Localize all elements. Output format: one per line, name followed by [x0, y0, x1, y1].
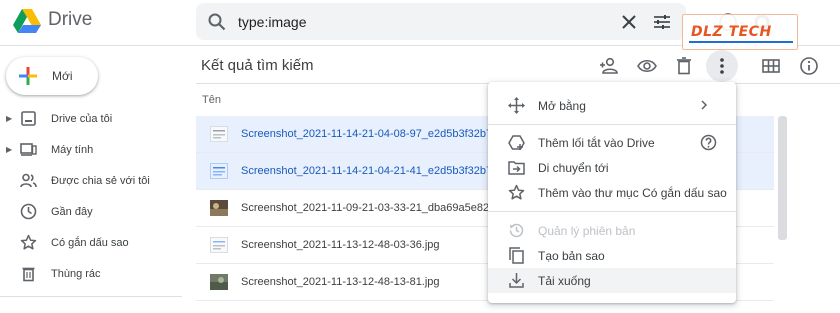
my-drive-icon [21, 111, 36, 126]
computer-icon [20, 143, 37, 156]
trash-icon [22, 267, 35, 282]
watermark-text: DLZ TECH [691, 24, 772, 40]
column-header-name[interactable]: Tên [202, 94, 221, 106]
history-icon [509, 223, 524, 238]
drive-logo-icon[interactable] [12, 8, 42, 34]
more-actions-button[interactable] [706, 50, 738, 82]
sidebar-item-label: Được chia sẻ với tôi [51, 175, 150, 187]
chevron-right-icon [701, 100, 708, 110]
help-circle-icon[interactable] [700, 134, 717, 151]
plus-icon [19, 67, 37, 85]
menu-divider [488, 124, 736, 125]
sidebar-item-label: Drive của tôi [51, 113, 113, 125]
grid-view-icon[interactable] [761, 56, 781, 76]
page-title: Kết quả tìm kiếm [201, 57, 314, 74]
shared-with-me-icon [20, 173, 37, 188]
image-thumbnail-icon [210, 163, 228, 179]
copy-icon [509, 247, 524, 264]
menu-item-label: Quản lý phiên bản [538, 224, 636, 238]
menu-item-label: Tải xuống [538, 274, 591, 288]
menu-item-make-copy[interactable]: Tạo bản sao [488, 243, 736, 268]
menu-divider [488, 211, 736, 212]
add-shortcut-icon [508, 135, 525, 150]
new-button[interactable]: Mới [6, 57, 98, 95]
sidebar-item-computers[interactable]: ▶ Máy tính [0, 137, 182, 163]
sidebar-item-my-drive[interactable]: ▶ Drive của tôi [0, 106, 182, 132]
file-name: Screenshot_2021-11-14-21-04-08-97_e2d5b3… [241, 128, 511, 140]
sidebar-item-label: Gần đây [51, 206, 93, 218]
photo-thumbnail-icon [210, 274, 228, 290]
clear-search-icon[interactable] [620, 13, 638, 31]
sidebar-item-recent[interactable]: Gần đây [0, 199, 182, 225]
file-name: Screenshot_2021-11-14-21-04-21-41_e2d5b3… [241, 165, 511, 177]
menu-item-label: Tạo bản sao [538, 249, 605, 263]
image-thumbnail-icon [210, 237, 228, 253]
image-thumbnail-icon [210, 126, 228, 142]
menu-item-label: Di chuyển tới [538, 161, 609, 175]
sidebar-item-label: Có gắn dấu sao [51, 237, 129, 249]
move-to-folder-icon [508, 161, 525, 175]
file-name: Screenshot_2021-11-13-12-48-13-81.jpg [241, 276, 440, 288]
context-menu: Mở bằng Thêm lối tắt vào Drive Di chuyển… [488, 82, 736, 303]
menu-item-label: Thêm lối tắt vào Drive [538, 136, 655, 150]
app-name: Drive [48, 9, 93, 30]
share-add-person-icon[interactable] [599, 56, 619, 76]
file-name: Screenshot_2021-11-09-21-03-33-21_dba69a… [241, 202, 508, 214]
sidebar-item-starred[interactable]: Có gắn dấu sao [0, 230, 182, 256]
search-bar[interactable] [196, 3, 686, 40]
menu-item-label: Thêm vào thư mục Có gắn dấu sao [538, 186, 727, 200]
menu-item-add-to-starred[interactable]: Thêm vào thư mục Có gắn dấu sao [488, 180, 736, 205]
star-icon [508, 184, 525, 200]
menu-item-open-with[interactable]: Mở bằng [488, 93, 736, 118]
download-icon [509, 273, 524, 288]
new-button-label: Mới [52, 69, 73, 83]
menu-item-move-to[interactable]: Di chuyển tới [488, 155, 736, 180]
star-icon [20, 234, 37, 250]
menu-item-manage-versions: Quản lý phiên bản [488, 218, 736, 243]
sidebar-item-trash[interactable]: Thùng rác [0, 261, 182, 287]
trash-icon[interactable] [674, 56, 694, 76]
more-vertical-icon [720, 58, 724, 74]
watermark-underline [689, 41, 793, 43]
expand-caret-icon[interactable]: ▶ [6, 145, 12, 154]
details-info-icon[interactable] [799, 56, 819, 76]
expand-caret-icon[interactable]: ▶ [6, 114, 12, 123]
sidebar-item-label: Máy tính [51, 144, 94, 156]
search-input[interactable] [238, 11, 608, 33]
recent-clock-icon [20, 203, 37, 220]
search-icon[interactable] [208, 13, 226, 31]
sidebar-divider [0, 296, 182, 297]
dlz-tech-watermark: DLZ TECH [682, 14, 798, 50]
file-name: Screenshot_2021-11-13-12-48-03-36.jpg [241, 239, 440, 251]
sidebar-item-shared-with-me[interactable]: Được chia sẻ với tôi [0, 168, 182, 194]
top-bar: Drive DLZ TECH [0, 0, 840, 50]
scrollbar[interactable] [778, 116, 787, 240]
menu-item-add-shortcut[interactable]: Thêm lối tắt vào Drive [488, 130, 736, 155]
search-options-icon[interactable] [653, 13, 671, 31]
sidebar-item-label: Thùng rác [51, 268, 101, 280]
menu-item-download[interactable]: Tải xuống [488, 268, 736, 293]
move-arrows-icon [508, 97, 525, 114]
photo-thumbnail-icon [210, 200, 228, 216]
preview-eye-icon[interactable] [637, 56, 657, 76]
menu-item-label: Mở bằng [538, 99, 586, 113]
